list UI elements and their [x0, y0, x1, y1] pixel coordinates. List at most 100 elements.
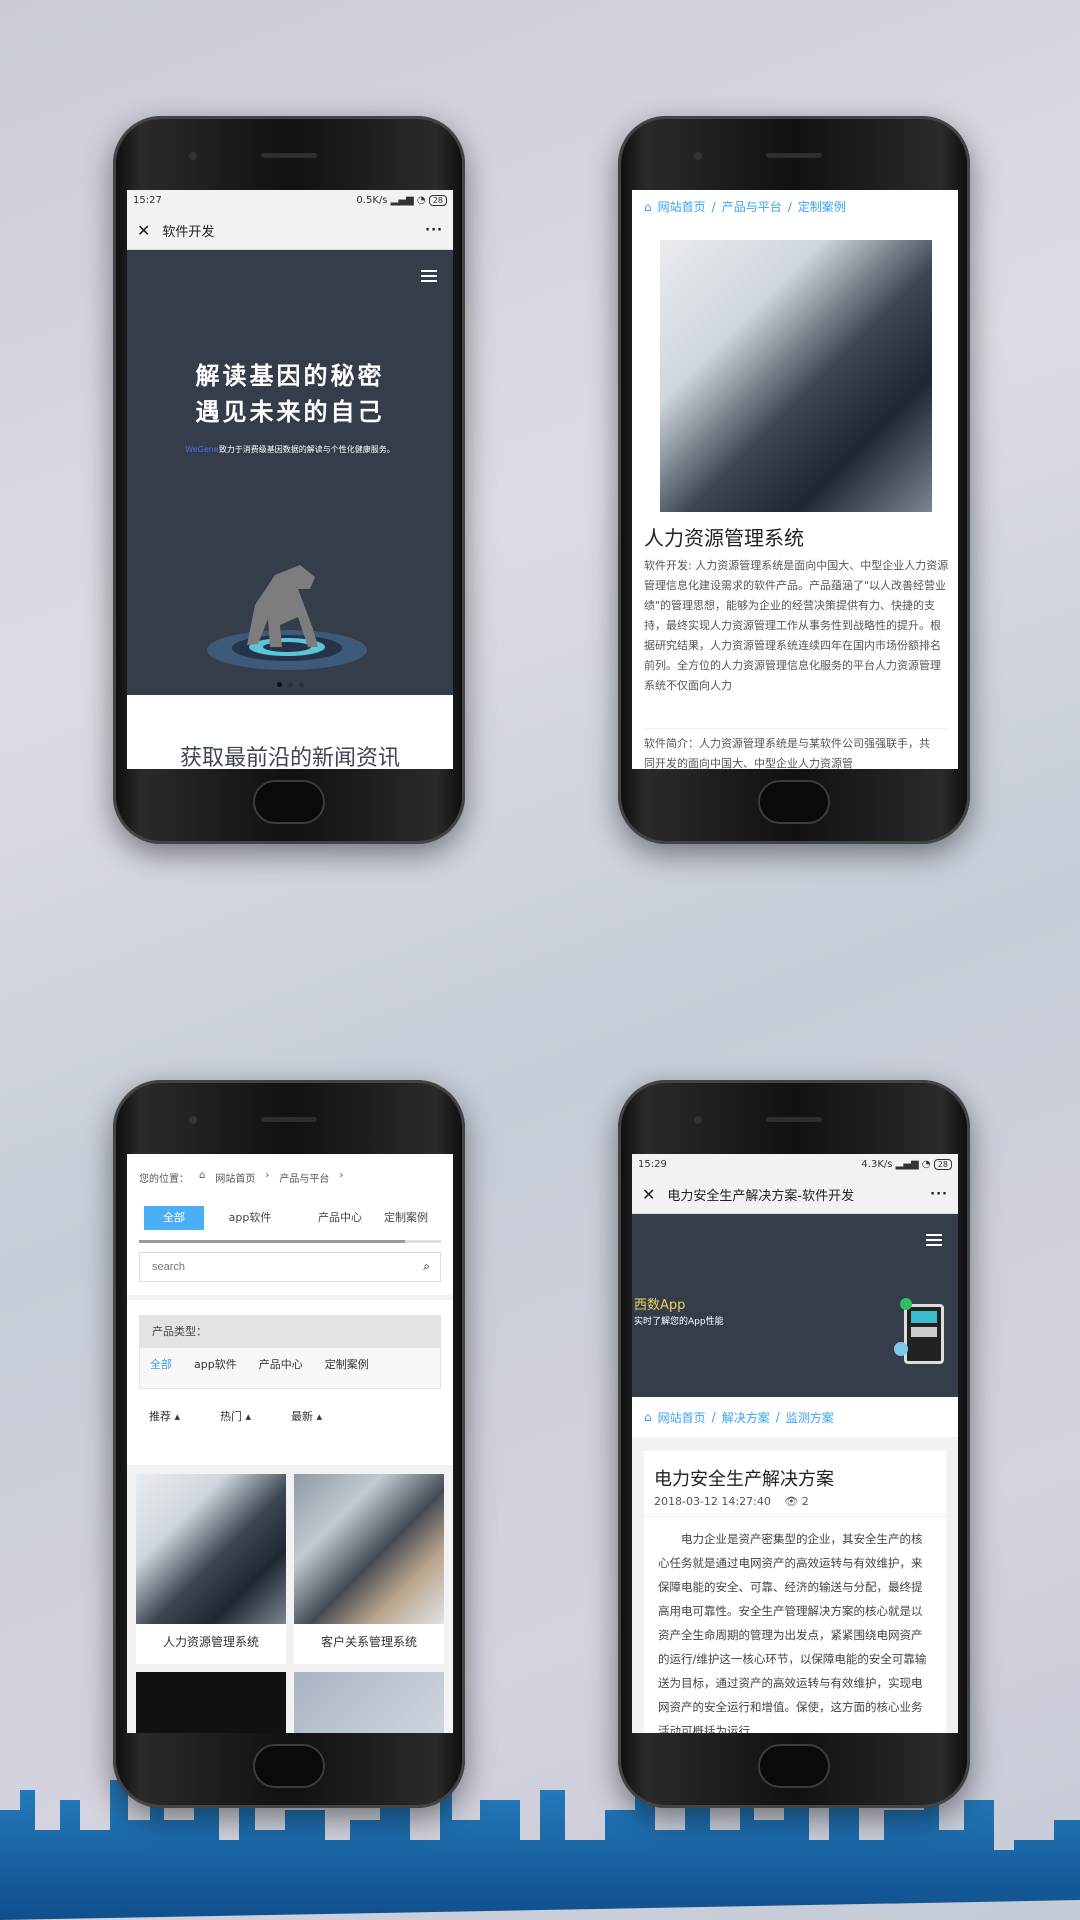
- tab-app[interactable]: app软件: [204, 1206, 296, 1230]
- eye-icon: 👁: [784, 1495, 799, 1508]
- screen-product-list: 您的位置：⌂ 网站首页› 产品与平台› 全部 app软件 产品中心 定制案例 ⌕…: [127, 1154, 453, 1733]
- battery-icon: 28: [933, 1159, 952, 1170]
- page-title: 软件开发: [162, 224, 215, 240]
- camera: [189, 1116, 197, 1124]
- product-card-image: [136, 1474, 286, 1624]
- menu-icon[interactable]: [926, 1234, 942, 1246]
- hero-banner[interactable]: 西数App 实时了解您的App性能: [632, 1214, 958, 1397]
- product-card-title: 客户关系管理系统: [320, 1635, 417, 1649]
- filter-option-all[interactable]: 全部: [150, 1356, 172, 1372]
- close-icon[interactable]: ✕: [642, 1185, 655, 1204]
- network-speed: 0.5K/s: [356, 195, 388, 206]
- product-card[interactable]: [294, 1672, 444, 1733]
- hero-banner[interactable]: 解读基因的秘密 遇见未来的自己 WeGene致力于消费级基因数据的解读与个性化健…: [127, 250, 453, 695]
- close-icon[interactable]: ✕: [137, 221, 150, 240]
- divider: [644, 728, 948, 729]
- home-icon[interactable]: ⌂: [199, 1170, 205, 1185]
- breadcrumb: ⌂ 网站首页 / 产品与平台 / 定制案例: [644, 198, 846, 215]
- status-time: 15:27: [133, 195, 162, 206]
- search-box: ⌕: [139, 1252, 441, 1282]
- article-date: 2018-03-12 14:27:40: [654, 1495, 771, 1508]
- hero-line-2: 遇见未来的自己: [195, 398, 385, 426]
- phone-mockup-4: 15:29 4.3K/s ▂▄▆ ◔ 28 ✕ 电力安全生产解决方案-软件开发 ···…: [618, 1080, 970, 1808]
- product-card-title: 人力资源管理系统: [162, 1635, 259, 1649]
- carousel-dots: [277, 682, 304, 687]
- home-icon[interactable]: ⌂: [644, 1410, 652, 1424]
- title-bar: ✕ 软件开发 ···: [127, 211, 453, 250]
- status-time: 15:29: [638, 1159, 667, 1170]
- tab-all[interactable]: 全部: [144, 1206, 204, 1230]
- product-image: [660, 240, 932, 512]
- screen-solution-detail: 15:29 4.3K/s ▂▄▆ ◔ 28 ✕ 电力安全生产解决方案-软件开发 ···…: [632, 1154, 958, 1733]
- breadcrumb-link[interactable]: 网站首页: [658, 198, 706, 215]
- phone-illustration: [904, 1304, 944, 1364]
- brand-name: WeGene: [185, 445, 219, 454]
- location-label: 您的位置：: [139, 1174, 189, 1185]
- hero-tagline: 致力于消费级基因数据的解读与个性化健康服务。: [218, 445, 395, 454]
- category-tabs: 全部 app软件 产品中心 定制案例: [144, 1206, 428, 1230]
- filter-option[interactable]: 定制案例: [325, 1356, 369, 1372]
- home-button: [253, 780, 325, 824]
- home-button: [758, 1744, 830, 1788]
- filter-label: 产品类型：: [140, 1316, 440, 1348]
- view-count: 2: [801, 1495, 809, 1508]
- more-menu-button[interactable]: ···: [425, 223, 443, 238]
- breadcrumb: 您的位置： ⌂ 网站首页 › 产品与平台 ›: [139, 1170, 344, 1185]
- breadcrumb-link[interactable]: 定制案例: [798, 198, 846, 215]
- product-card[interactable]: 客户关系管理系统: [294, 1474, 444, 1664]
- home-button: [758, 780, 830, 824]
- carousel-dot[interactable]: [288, 682, 293, 687]
- breadcrumb-link[interactable]: 产品与平台: [722, 198, 782, 215]
- section-divider: [127, 1295, 453, 1300]
- carousel-dot[interactable]: [299, 682, 304, 687]
- sort-newest[interactable]: 最新 ▴: [291, 1408, 322, 1424]
- breadcrumb-link[interactable]: 解决方案: [722, 1409, 770, 1426]
- speaker: [261, 1117, 317, 1122]
- breadcrumb-link[interactable]: 网站首页: [658, 1409, 706, 1426]
- ape-illustration: [207, 565, 367, 670]
- phone-mockup-2: ⌂ 网站首页 / 产品与平台 / 定制案例 人力资源管理系统 软件开发: 人力资源管…: [618, 116, 970, 844]
- phone-mockup-1: 15:27 0.5K/s ▂▄▆ ◔ 28 ✕ 软件开发 ··· 解读基因的秘密 遇见…: [113, 116, 465, 844]
- breadcrumb-link[interactable]: 产品与平台: [279, 1170, 329, 1185]
- carousel-dot[interactable]: [277, 682, 282, 687]
- search-input[interactable]: [140, 1253, 390, 1281]
- battery-icon: 28: [428, 195, 447, 206]
- home-icon[interactable]: ⌂: [644, 200, 652, 214]
- article-card: 电力安全生产解决方案 2018-03-12 14:27:40 👁 2 电力企业是…: [644, 1451, 946, 1733]
- breadcrumb-link[interactable]: 监测方案: [786, 1409, 834, 1426]
- sort-hot[interactable]: 热门 ▴: [220, 1408, 251, 1424]
- product-grid: 人力资源管理系统 客户关系管理系统: [127, 1465, 453, 1733]
- status-bar: 15:27 0.5K/s ▂▄▆ ◔ 28: [127, 190, 453, 211]
- product-card[interactable]: [136, 1672, 286, 1733]
- filter-panel: 产品类型： 全部 app软件 产品中心 定制案例: [139, 1315, 441, 1389]
- product-description: 软件开发: 人力资源管理系统是面向中国大、中型企业人力资源管理信息化建设需求的软…: [644, 559, 949, 692]
- article-meta: 2018-03-12 14:27:40 👁 2: [644, 1491, 946, 1517]
- product-card-image: [294, 1474, 444, 1624]
- hero-title: 西数App: [634, 1298, 686, 1313]
- screen-home: 15:27 0.5K/s ▂▄▆ ◔ 28 ✕ 软件开发 ··· 解读基因的秘密 遇见…: [127, 190, 453, 769]
- sort-bar: 推荐 ▴ 热门 ▴ 最新 ▴: [149, 1408, 322, 1424]
- tab-product-center[interactable]: 产品中心: [296, 1206, 384, 1230]
- filter-option[interactable]: 产品中心: [259, 1356, 303, 1372]
- status-bar: 15:29 4.3K/s ▂▄▆ ◔ 28: [632, 1154, 958, 1175]
- camera: [694, 152, 702, 160]
- tabs-scrollbar[interactable]: [139, 1240, 441, 1243]
- sort-recommended[interactable]: 推荐 ▴: [149, 1408, 180, 1424]
- section-title: 获取最前沿的新闻资讯: [179, 746, 400, 769]
- chart-bubble-icon: [894, 1342, 908, 1356]
- phone-mockup-3: 您的位置：⌂ 网站首页› 产品与平台› 全部 app软件 产品中心 定制案例 ⌕…: [113, 1080, 465, 1808]
- hero-line-1: 解读基因的秘密: [195, 362, 385, 390]
- article-body: 电力企业是资产密集型的企业，其安全生产的核心任务就是通过电网资产的高效运转与有效…: [658, 1532, 927, 1733]
- menu-icon[interactable]: [421, 270, 437, 282]
- filter-option[interactable]: app软件: [194, 1356, 237, 1372]
- tab-custom[interactable]: 定制案例: [384, 1206, 428, 1230]
- search-icon[interactable]: ⌕: [423, 1259, 430, 1274]
- product-card[interactable]: 人力资源管理系统: [136, 1474, 286, 1664]
- speaker: [766, 153, 822, 158]
- camera: [694, 1116, 702, 1124]
- more-menu-button[interactable]: ···: [930, 1187, 948, 1202]
- clock-icon: [900, 1298, 912, 1310]
- breadcrumb-link[interactable]: 网站首页: [215, 1170, 255, 1185]
- camera: [189, 152, 197, 160]
- network-speed: 4.3K/s: [861, 1159, 893, 1170]
